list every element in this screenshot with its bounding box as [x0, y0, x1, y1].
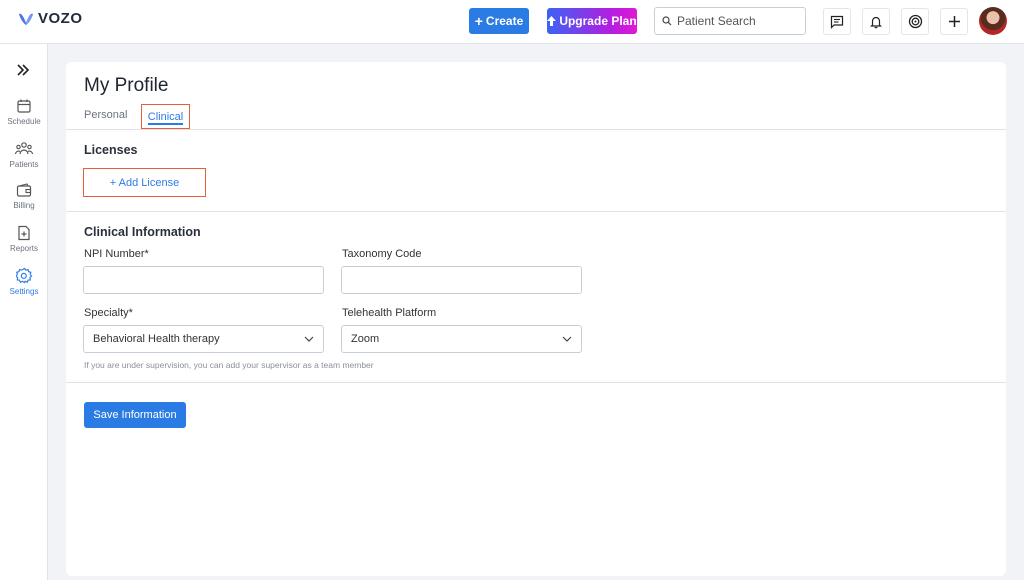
arrow-up-icon	[547, 16, 557, 26]
sidebar-item-billing[interactable]: Billing	[0, 183, 48, 210]
sidebar-item-reports[interactable]: Reports	[0, 225, 48, 253]
patient-search[interactable]	[654, 7, 806, 35]
calendar-icon	[17, 99, 31, 113]
sidebar: Schedule Patients Billing Reports Settin…	[0, 44, 48, 580]
upgrade-label: Upgrade Plan	[559, 14, 637, 28]
profile-card: My Profile Personal Clinical Licenses + …	[66, 62, 1006, 576]
telehealth-platform-select[interactable]: Zoom	[341, 325, 582, 353]
clinical-info-title: Clinical Information	[84, 225, 201, 239]
supervision-hint: If you are under supervision, you can ad…	[84, 360, 374, 370]
save-information-button[interactable]: Save Information	[84, 402, 186, 428]
specialty-select[interactable]: Behavioral Health therapy	[83, 325, 324, 353]
sidebar-item-settings[interactable]: Settings	[0, 267, 48, 296]
search-icon	[662, 16, 672, 26]
licenses-divider	[66, 211, 1006, 212]
taxonomy-code-input[interactable]	[341, 266, 582, 294]
telehealth-platform-label: Telehealth Platform	[342, 307, 437, 319]
wallet-icon	[16, 183, 32, 197]
npi-number-input[interactable]	[83, 266, 324, 294]
add-license-button[interactable]: + Add License	[83, 168, 206, 197]
plus-icon: +	[474, 13, 483, 29]
sidebar-item-label: Billing	[13, 201, 35, 210]
quick-add-button[interactable]	[940, 8, 968, 35]
tab-clinical[interactable]: Clinical	[141, 104, 190, 129]
chat-icon	[830, 15, 844, 29]
gear-icon	[15, 267, 32, 284]
vozo-logo-icon	[19, 13, 33, 25]
support-icon	[908, 14, 922, 29]
messages-button[interactable]	[823, 8, 851, 35]
expand-sidebar-button[interactable]	[16, 64, 30, 79]
vozo-logo[interactable]: VOZO	[18, 10, 83, 27]
chevron-double-right-icon	[17, 64, 30, 76]
sidebar-item-label: Patients	[9, 160, 39, 169]
licenses-title: Licenses	[84, 143, 138, 157]
sidebar-item-label: Settings	[9, 287, 39, 296]
upgrade-plan-button[interactable]: Upgrade Plan	[547, 8, 637, 34]
sidebar-item-patients[interactable]: Patients	[0, 141, 48, 169]
specialty-value: Behavioral Health therapy	[93, 333, 220, 345]
tab-personal[interactable]: Personal	[84, 109, 127, 121]
patient-search-input[interactable]	[677, 14, 797, 28]
users-icon	[15, 142, 33, 155]
report-icon	[18, 225, 30, 241]
sidebar-item-label: Reports	[9, 244, 38, 253]
form-divider	[66, 382, 1006, 383]
support-button[interactable]	[901, 8, 929, 35]
active-tab-underline	[148, 123, 183, 125]
tab-clinical-label: Clinical	[147, 110, 184, 123]
brand-name: VOZO	[38, 10, 83, 27]
create-label: Create	[485, 14, 524, 28]
telehealth-platform-value: Zoom	[351, 333, 380, 345]
sidebar-item-label: Schedule	[7, 117, 41, 126]
chevron-down-icon	[562, 336, 572, 342]
notifications-button[interactable]	[862, 8, 890, 35]
npi-number-label: NPI Number*	[84, 248, 149, 260]
sidebar-item-schedule[interactable]: Schedule	[0, 98, 48, 126]
chevron-down-icon	[304, 336, 314, 342]
tabs-divider	[66, 129, 1006, 130]
page-title: My Profile	[84, 75, 169, 96]
bell-icon	[870, 16, 882, 28]
taxonomy-code-label: Taxonomy Code	[342, 248, 422, 260]
create-button[interactable]: + Create	[469, 8, 529, 34]
specialty-label: Specialty*	[84, 307, 133, 319]
user-avatar[interactable]	[979, 7, 1007, 35]
top-bar: VOZO + Create Upgrade Plan	[0, 0, 1024, 44]
plus-icon	[948, 16, 960, 27]
